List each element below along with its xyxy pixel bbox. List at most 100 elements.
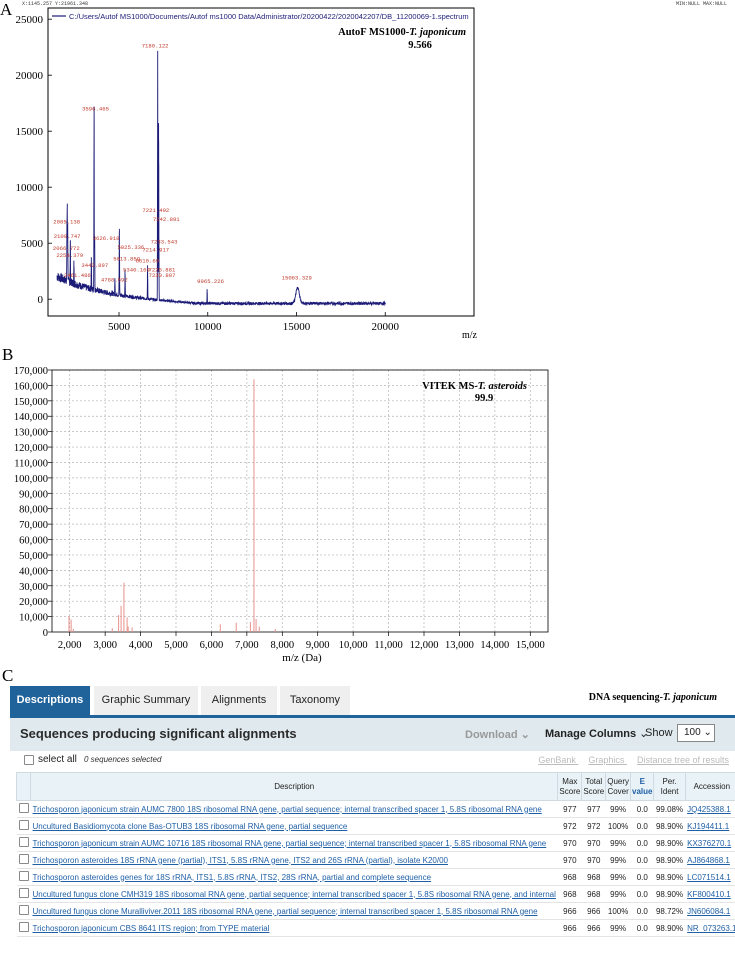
row-accession-link[interactable]: KF800410.1 <box>685 885 735 903</box>
x-tick-label-a: 10000 <box>194 321 222 333</box>
manage-columns-menu[interactable]: Manage Columns ⌄ <box>545 727 648 740</box>
col-per-ident[interactable]: Per. Ident <box>653 772 686 801</box>
y-tick-label-a: 10000 <box>16 182 44 194</box>
selection-row: select all 0 sequences selected GenBank … <box>10 751 735 771</box>
tab-graphic-summary[interactable]: Graphic Summary <box>94 686 198 715</box>
row-checkbox[interactable] <box>18 871 29 881</box>
table-row[interactable]: Uncultured fungus clone Muralliviver.201… <box>16 902 735 920</box>
row-checkbox[interactable] <box>18 905 29 915</box>
peak-label: 2258.379 <box>56 252 83 259</box>
table-header: Description Max Score Total Score Query Cov… <box>16 772 735 801</box>
tab-bar: Descriptions Graphic Summary Alignments … <box>10 686 735 716</box>
peak-label: 3626.918 <box>93 235 120 242</box>
x-tick-label-a: 5000 <box>108 321 131 333</box>
col-max-score[interactable]: Max Score <box>557 772 583 801</box>
peak-label: 2109.747 <box>54 233 81 240</box>
row-checkbox[interactable] <box>18 922 29 932</box>
table-row[interactable]: Trichosporon japonicum strain AUMC 7800 … <box>16 800 735 818</box>
row-max-score: 968 <box>557 885 582 903</box>
row-query-cover: 99% <box>605 851 631 869</box>
row-accession-link[interactable]: JN606084.1 <box>685 902 735 920</box>
plot-frame-a <box>47 7 475 317</box>
peak-label: 7242.891 <box>153 216 180 223</box>
download-menu[interactable]: Download ⌄ <box>465 728 530 741</box>
row-checkbox-cell <box>16 885 31 903</box>
row-accession-link[interactable]: KJ194411.1 <box>685 817 735 835</box>
row-description-link[interactable]: Trichosporon japonicum strain AUMC 7800 … <box>30 800 558 818</box>
x-tick-label-b: 13,000 <box>445 640 474 651</box>
row-checkbox[interactable] <box>18 854 29 864</box>
col-accession[interactable]: Accession <box>684 772 735 801</box>
col-total-score[interactable]: Total Score <box>581 772 607 801</box>
result-links: GenBank Graphics Distance tree of result… <box>528 755 729 765</box>
peak-label: 7233.543 <box>151 239 178 246</box>
row-description-link[interactable]: Trichosporon asteroides genes for 18S rR… <box>30 868 558 886</box>
row-checkbox[interactable] <box>18 820 29 830</box>
graphics-link[interactable]: Graphics <box>588 755 624 765</box>
distance-tree-link[interactable]: Distance tree of results <box>637 755 729 765</box>
tab-alignments[interactable]: Alignments <box>201 686 277 715</box>
row-checkbox[interactable] <box>18 888 29 898</box>
peak-label: 5340.169 <box>123 267 150 274</box>
row-e-value: 0.0 <box>630 817 654 835</box>
annotation-a-score: 9.566 <box>408 40 432 51</box>
annotation-b-score: 99.9 <box>475 393 493 404</box>
genbank-link[interactable]: GenBank <box>538 755 576 765</box>
row-max-score: 972 <box>557 817 582 835</box>
x-tick-label-a: 15000 <box>283 321 311 333</box>
table-row[interactable]: Trichosporon japonicum strain AUMC 10716… <box>16 834 735 852</box>
tab-taxonomy[interactable]: Taxonomy <box>280 686 350 715</box>
row-query-cover: 99% <box>605 868 631 886</box>
row-total-score: 972 <box>581 817 606 835</box>
table-row[interactable]: Uncultured Basidiomycota clone Bas-OTUB3… <box>16 817 735 835</box>
row-description-link[interactable]: Uncultured fungus clone CMH319 18S ribos… <box>30 885 558 903</box>
row-max-score: 966 <box>557 919 582 937</box>
row-total-score: 970 <box>581 834 606 852</box>
select-all-label[interactable]: select all <box>38 754 77 765</box>
row-e-value: 0.0 <box>630 885 654 903</box>
x-axis-label-a: m/z <box>462 330 478 341</box>
row-description-link[interactable]: Trichosporon japonicum strain AUMC 10716… <box>30 834 558 852</box>
peak-label: 6610.69 <box>136 258 160 265</box>
results-table: Description Max Score Total Score Query Cov… <box>16 772 735 937</box>
row-checkbox-cell <box>16 851 31 869</box>
peak-label: 4768.592 <box>101 277 128 284</box>
row-accession-link[interactable]: LC071514.1 <box>685 868 735 886</box>
peak-label: 15063.329 <box>282 275 312 282</box>
y-tick-label-b: 140,000 <box>14 412 48 423</box>
row-total-score: 968 <box>581 868 606 886</box>
row-description-link[interactable]: Uncultured Basidiomycota clone Bas-OTUB3… <box>30 817 558 835</box>
row-max-score: 966 <box>557 902 582 920</box>
col-e-value[interactable]: Evalue <box>630 772 655 801</box>
row-description-link[interactable]: Uncultured fungus clone Muralliviver.201… <box>30 902 558 920</box>
peak-label: 9965.226 <box>197 278 224 285</box>
peak-label: 5025.336 <box>117 244 144 251</box>
x-tick-label-b: 5,000 <box>164 640 188 651</box>
row-accession-link[interactable]: JQ425388.1 <box>685 800 735 818</box>
row-per-ident: 99.08% <box>653 800 686 818</box>
row-checkbox[interactable] <box>18 837 29 847</box>
peak-label: 7221.492 <box>142 207 169 214</box>
table-row[interactable]: Trichosporon asteroides genes for 18S rR… <box>16 868 735 886</box>
tab-descriptions[interactable]: Descriptions <box>10 686 90 715</box>
select-all-checkbox[interactable] <box>24 755 34 765</box>
row-description-link[interactable]: Trichosporon japonicum CBS 8641 ITS regi… <box>30 919 558 937</box>
col-description[interactable]: Description <box>29 772 559 801</box>
table-row[interactable]: Trichosporon asteroides 18S rRNA gene (p… <box>16 851 735 869</box>
peak-label: 7214.917 <box>142 246 169 253</box>
table-row[interactable]: Uncultured fungus clone CMH319 18S ribos… <box>16 885 735 903</box>
row-accession-link[interactable]: NR_073263.1 <box>685 919 735 937</box>
row-total-score: 970 <box>581 851 606 869</box>
row-checkbox[interactable] <box>18 803 29 813</box>
show-count-select[interactable]: 100 ⌄ <box>677 724 715 742</box>
row-accession-link[interactable]: AJ864868.1 <box>685 851 735 869</box>
row-per-ident: 98.90% <box>653 851 686 869</box>
table-row[interactable]: Trichosporon japonicum CBS 8641 ITS regi… <box>16 919 735 937</box>
row-per-ident: 98.72% <box>653 902 686 920</box>
x-tick-label-b: 3,000 <box>93 640 117 651</box>
blast-results: Descriptions Graphic Summary Alignments … <box>10 686 735 971</box>
row-description-link[interactable]: Trichosporon asteroides 18S rRNA gene (p… <box>30 851 558 869</box>
results-header: Sequences producing significant alignmen… <box>10 718 735 751</box>
col-query-cover[interactable]: Query Cover <box>605 772 632 801</box>
row-accession-link[interactable]: KX376270.1 <box>685 834 735 852</box>
